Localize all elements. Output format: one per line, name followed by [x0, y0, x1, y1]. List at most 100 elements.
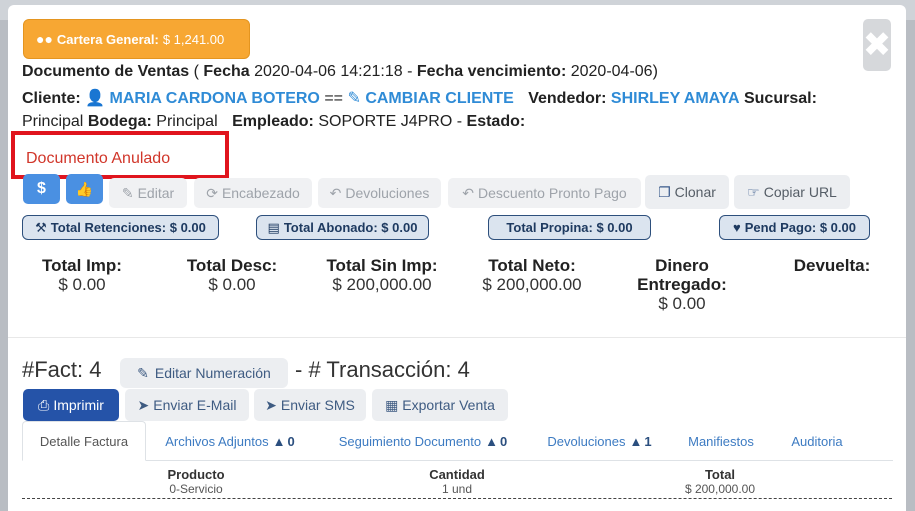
gavel-icon: ⚒	[35, 219, 47, 235]
heartbeat-icon: ♥	[733, 220, 741, 235]
cartera-general-button[interactable]: ●● Cartera General: $ 1,241.00	[23, 19, 250, 59]
dollar-icon: $	[37, 180, 46, 197]
devuelta: Devuelta:	[772, 256, 892, 275]
imprimir-button[interactable]: ⎙ Imprimir	[23, 389, 119, 421]
imprimir-label: Imprimir	[53, 397, 104, 413]
total-imp-label: Total Imp:	[42, 256, 122, 275]
cliente-name-link[interactable]: MARIA CARDONA BOTERO	[110, 90, 320, 107]
close-icon: ✖	[862, 26, 892, 64]
enviar-sms-label: Enviar SMS	[280, 397, 355, 413]
total-retenciones-text: Total Retenciones: $ 0.00	[50, 220, 206, 235]
tab-seguimiento-documento[interactable]: Seguimiento Documento ▲ 0	[327, 421, 519, 461]
tab-auditoria[interactable]: Auditoria	[782, 421, 852, 461]
editar-numeracion-button[interactable]: ✎ Editar Numeración	[120, 358, 288, 388]
total-desc-label: Total Desc:	[186, 256, 278, 275]
exportar-venta-button[interactable]: ▦ Exportar Venta	[372, 389, 508, 421]
copiar-url-button[interactable]: ☞ Copiar URL	[734, 175, 850, 209]
hand-pointer-icon: ☞	[747, 183, 760, 200]
total-abonado-badge: ▤ Total Abonado: $ 0.00	[256, 215, 429, 240]
devoluciones-label: Devoluciones	[345, 185, 430, 201]
tab-label: Archivos Adjuntos	[165, 433, 269, 449]
tab-manifiestos[interactable]: Manifiestos	[678, 421, 764, 461]
thumbs-up-icon: 👍	[75, 180, 94, 197]
enviar-email-button[interactable]: ➤ Enviar E-Mail	[125, 389, 249, 421]
estado-anulado-badge: Documento Anulado	[11, 131, 229, 179]
table-cell-total: $ 200,000.00	[684, 482, 756, 496]
close-modal-button[interactable]: ✖	[863, 19, 891, 71]
edit-icon: ✎	[347, 90, 361, 107]
sucursal-value: Principal	[22, 113, 84, 130]
descuento-pronto-pago-button[interactable]: ↶ Descuento Pronto Pago	[448, 178, 641, 208]
clonar-button[interactable]: ❐ Clonar	[645, 175, 729, 209]
editar-button[interactable]: ✎ Editar	[109, 178, 187, 208]
sucursal-label: Sucursal:	[743, 90, 817, 107]
editar-label: Editar	[137, 185, 175, 201]
location-line: Principal Bodega: Principal Empleado: SO…	[22, 113, 526, 130]
doc-type: Documento de Ventas	[22, 63, 190, 80]
dinero-entregado-value: $ 0.00	[658, 294, 706, 313]
tab-label: Manifiestos	[688, 433, 754, 449]
fecha-label: Fecha	[203, 63, 250, 80]
bell-icon: ▲	[485, 433, 498, 449]
total-sin-imp-value: $ 200,000.00	[332, 275, 432, 294]
enviar-sms-button[interactable]: ➤ Enviar SMS	[254, 389, 366, 421]
detail-tabs: Detalle Factura Archivos Adjuntos ▲ 0 Se…	[22, 421, 893, 461]
devoluciones-button[interactable]: ↶ Devoluciones	[318, 178, 441, 208]
undo-icon: ↶	[462, 184, 475, 201]
total-sin-imp-label: Total Sin Imp:	[326, 256, 438, 275]
vendedor-name-link[interactable]: SHIRLEY AMAYA	[611, 90, 740, 107]
pend-pago-text: Pend Pago: $ 0.00	[744, 220, 856, 235]
tab-label: Auditoria	[791, 433, 843, 449]
devuelta-label: Devuelta:	[793, 256, 871, 275]
background-right-edge	[906, 20, 915, 511]
table-row-divider	[22, 498, 892, 499]
table-header-cantidad: Cantidad	[429, 467, 485, 482]
bodega-value: Principal	[156, 113, 218, 130]
tab-count: 0	[287, 433, 295, 449]
total-desc: Total Desc: $ 0.00	[172, 256, 292, 294]
fecha-value: 2020-04-06 14:21:18	[254, 63, 403, 80]
tab-count: 0	[500, 433, 508, 449]
clonar-label: Clonar	[674, 184, 716, 200]
cliente-label: Cliente:	[22, 90, 81, 107]
total-imp: Total Imp: $ 0.00	[22, 256, 142, 294]
cartera-value: $ 1,241.00	[162, 31, 225, 47]
descuento-label: Descuento Pronto Pago	[478, 185, 627, 201]
cliente-separator: ==	[324, 90, 343, 107]
document-header-line: Documento de Ventas ( Fecha 2020-04-06 1…	[22, 63, 658, 80]
user-icon: 👤	[85, 90, 106, 107]
cambiar-cliente-link[interactable]: CAMBIAR CLIENTE	[365, 90, 513, 107]
edit-icon: ✎	[137, 364, 149, 381]
editar-numeracion-label: Editar Numeración	[154, 365, 271, 381]
pay-button[interactable]: $	[23, 174, 60, 204]
client-line: Cliente: 👤 MARIA CARDONA BOTERO == ✎ CAM…	[22, 88, 817, 108]
total-abonado-text: Total Abonado: $ 0.00	[283, 220, 418, 235]
vencimiento-label: Fecha vencimiento:	[416, 63, 567, 80]
total-neto: Total Neto: $ 200,000.00	[462, 256, 602, 294]
tab-archivos-adjuntos[interactable]: Archivos Adjuntos ▲ 0	[155, 421, 305, 461]
pencil-icon: ✎	[121, 184, 134, 201]
vendedor-label: Vendedor:	[528, 90, 607, 107]
send-icon: ➤	[137, 396, 150, 413]
dinero-entregado: Dinero Entregado: $ 0.00	[622, 256, 742, 313]
total-neto-value: $ 200,000.00	[482, 275, 582, 294]
money-bill-icon: ▤	[267, 219, 280, 235]
tab-detalle-factura[interactable]: Detalle Factura	[22, 421, 146, 461]
cartera-label: Cartera General:	[56, 31, 159, 47]
tab-devoluciones[interactable]: Devoluciones ▲ 1	[539, 421, 660, 461]
empleado-label: Empleado:	[232, 113, 314, 130]
factura-number: #Fact: 4	[22, 357, 102, 382]
sale-document-modal: ●● Cartera General: $ 1,241.00 ✖ Documen…	[8, 5, 906, 511]
users-icon: ●●	[36, 31, 53, 47]
approve-button[interactable]: 👍	[66, 174, 103, 204]
tab-count: 1	[644, 433, 652, 449]
transaccion-number: - # Transacción: 4	[295, 357, 470, 382]
total-sin-imp: Total Sin Imp: $ 200,000.00	[312, 256, 452, 294]
total-neto-label: Total Neto:	[488, 256, 576, 275]
encabezado-button[interactable]: ⟳ Encabezado	[194, 178, 312, 208]
table-cell-producto: 0-Servicio	[169, 482, 223, 496]
total-propina-text: Total Propina: $ 0.00	[506, 220, 633, 235]
enviar-email-label: Enviar E-Mail	[153, 397, 237, 413]
refresh-icon: ⟳	[206, 184, 218, 201]
background-left-edge	[0, 20, 8, 511]
